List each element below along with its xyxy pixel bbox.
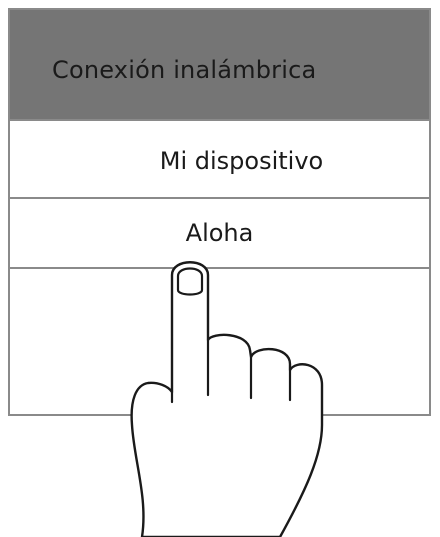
list-item-mi-dispositivo[interactable]: Mi dispositivo [10,121,429,199]
wireless-connection-panel: Conexión inalámbrica Mi dispositivo Aloh… [8,8,431,416]
list-item-label: Aloha [185,219,254,247]
list-empty-area [10,269,429,414]
list-item-label: Mi dispositivo [159,147,324,175]
list-item-aloha[interactable]: Aloha [10,199,429,269]
panel-header: Conexión inalámbrica [10,10,429,121]
panel-title: Conexión inalámbrica [52,56,317,84]
